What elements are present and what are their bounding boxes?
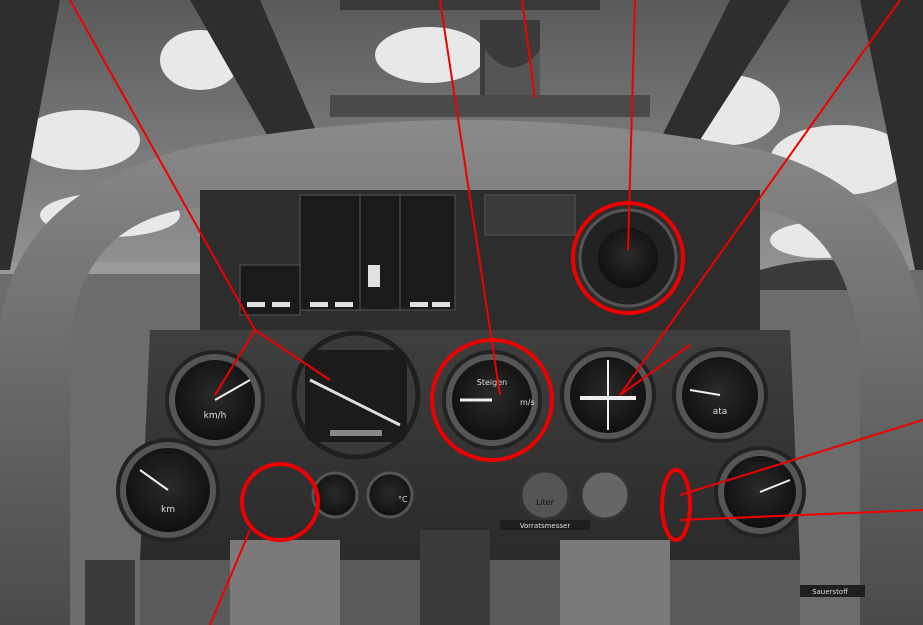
fuel-selector [85, 560, 135, 625]
vsi-unit: m/s [520, 398, 535, 407]
vertical-speed-indicator: Steigen m/s [442, 350, 542, 450]
altimeter-unit: km [161, 505, 175, 515]
airspeed-indicator: km/h [165, 350, 265, 450]
airspeed-unit: km/h [204, 411, 227, 421]
altimeter: km [116, 438, 220, 542]
turn-bank-indicator [560, 347, 656, 443]
boost-unit: ata [713, 407, 728, 417]
left-rudder-pedal [230, 540, 340, 625]
vsi-sub-label: Steigen [477, 378, 507, 387]
artificial-horizon [291, 330, 421, 460]
cockpit-scene: km/h Steigen m/s ata km °C Liter Vorrats… [0, 0, 923, 625]
fuel-meter-label: Vorratsmesser [520, 522, 571, 530]
right-rudder-pedal [560, 540, 670, 625]
oxygen-label: Sauerstoff [812, 588, 848, 596]
temp-unit: °C [398, 495, 408, 504]
fuel-unit: Liter [536, 498, 555, 507]
control-stick-base [420, 530, 490, 625]
manifold-pressure-gauge: ata [672, 347, 768, 443]
